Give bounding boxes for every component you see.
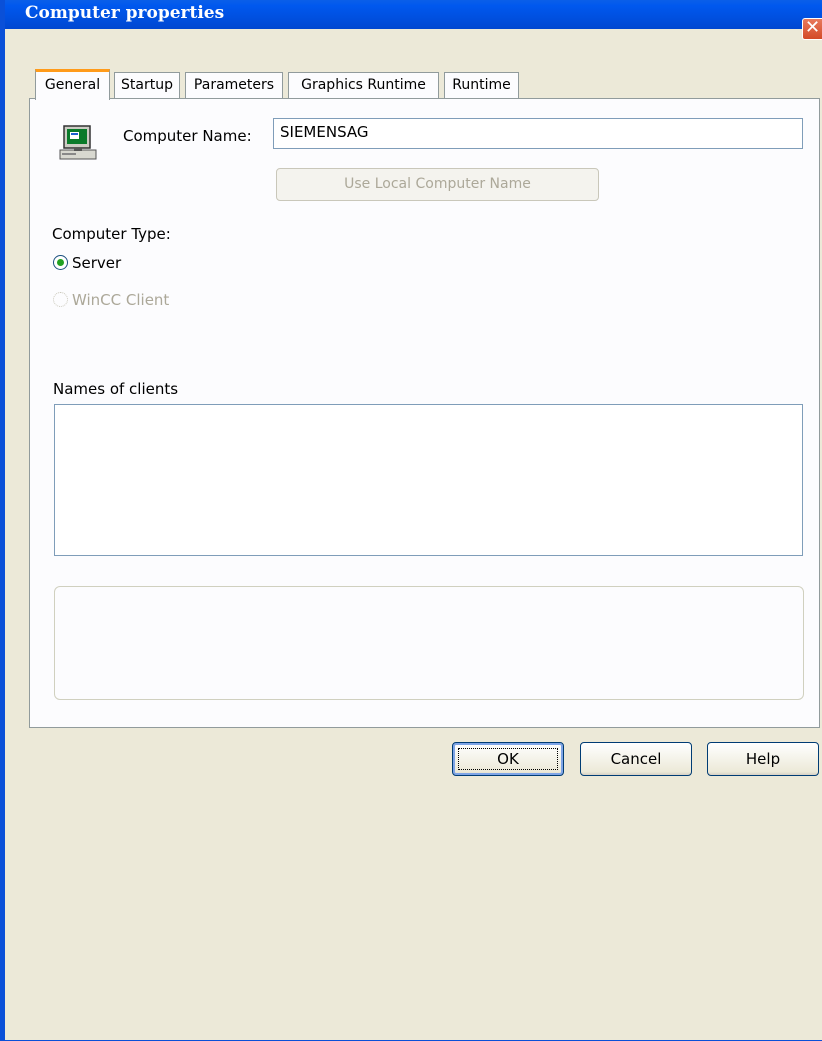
title-bar[interactable]: Computer properties xyxy=(5,0,822,29)
clients-listbox[interactable] xyxy=(54,404,803,556)
use-local-computer-name-button[interactable]: Use Local Computer Name xyxy=(276,168,599,201)
tab-strip: General Startup Parameters Graphics Runt… xyxy=(30,69,820,100)
info-groupbox xyxy=(54,586,804,700)
cancel-button[interactable]: Cancel xyxy=(580,742,692,776)
computer-properties-dialog: Computer properties ✕ General Startup Pa… xyxy=(0,0,822,1041)
radio-server[interactable] xyxy=(53,255,68,270)
radio-wincc-client-label[interactable]: WinCC Client xyxy=(72,291,169,309)
clients-label: Names of clients xyxy=(53,380,179,398)
help-button[interactable]: Help xyxy=(707,742,819,776)
tab-graphics-runtime[interactable]: Graphics Runtime xyxy=(288,72,439,99)
computer-type-label: Computer Type: xyxy=(52,225,171,243)
close-icon: ✕ xyxy=(805,17,821,38)
tab-general[interactable]: General xyxy=(35,69,110,100)
ok-button-label: OK xyxy=(497,750,519,768)
close-button[interactable]: ✕ xyxy=(802,17,822,40)
tab-parameters[interactable]: Parameters xyxy=(185,72,283,99)
tab-startup[interactable]: Startup xyxy=(114,72,180,99)
ok-button[interactable]: OK xyxy=(452,742,564,776)
radio-wincc-client[interactable] xyxy=(53,292,68,307)
computer-name-field[interactable]: SIEMENSAG xyxy=(273,118,803,149)
computer-name-label: Computer Name: xyxy=(123,127,252,145)
cancel-button-label: Cancel xyxy=(610,750,662,768)
radio-selected-dot xyxy=(57,259,64,266)
dialog-title: Computer properties xyxy=(25,3,225,23)
help-button-label: Help xyxy=(745,750,781,768)
computer-icon xyxy=(59,125,97,160)
radio-server-label[interactable]: Server xyxy=(72,254,121,272)
tab-runtime[interactable]: Runtime xyxy=(444,72,519,99)
